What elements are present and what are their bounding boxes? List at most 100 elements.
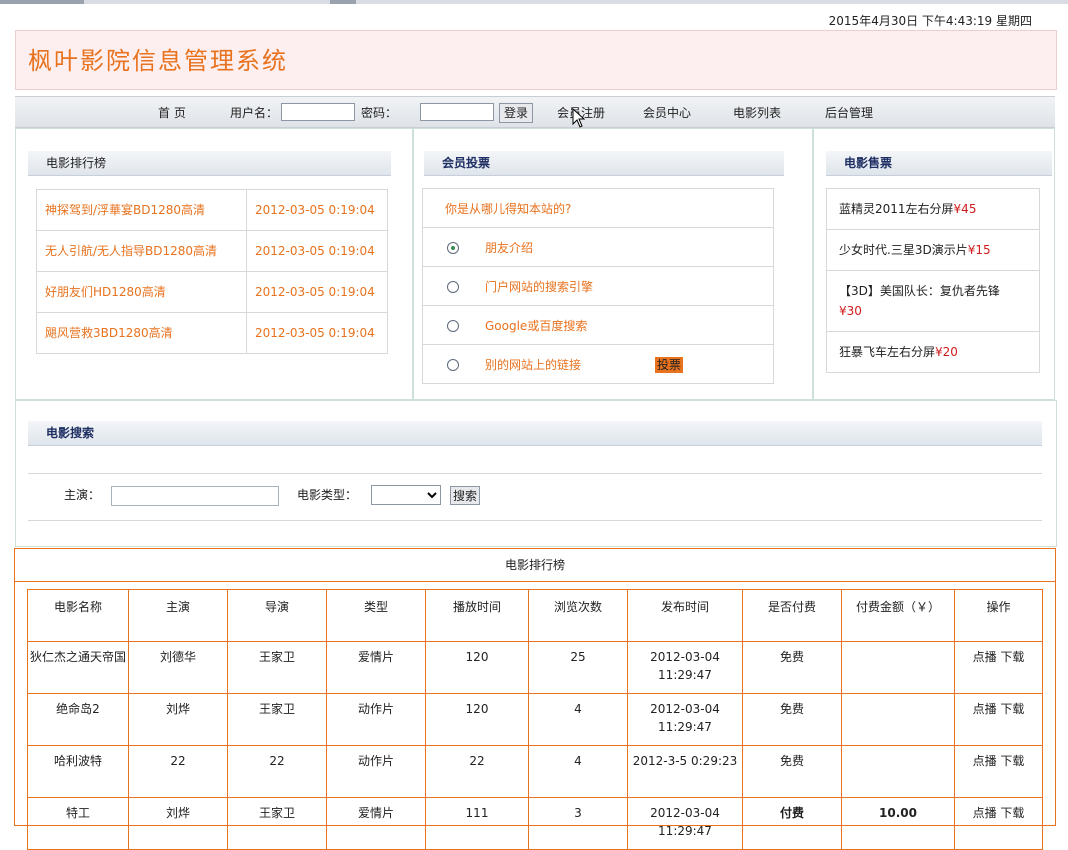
vote-option-label[interactable]: 门户网站的搜索引擎 bbox=[485, 278, 593, 295]
ranking-table: 神探驾到/浮華宴BD1280高清 2012-03-05 0:19:04 无人引航/… bbox=[36, 189, 388, 354]
tickets-list: 蓝精灵2011左右分屏¥45 少女时代.三星3D演示片¥15 【3D】美国队长：… bbox=[826, 188, 1040, 373]
film-amount bbox=[841, 693, 955, 746]
column-header: 操作 bbox=[954, 589, 1043, 642]
download-link[interactable]: 下载 bbox=[1000, 650, 1024, 664]
table-row[interactable]: 无人引航/无人指导BD1280高清 2012-03-05 0:19:04 bbox=[36, 230, 388, 272]
radio-button[interactable] bbox=[447, 242, 459, 254]
vote-option-row[interactable]: 朋友介绍 bbox=[422, 228, 774, 267]
film-director: 22 bbox=[227, 745, 327, 798]
film-duration: 22 bbox=[425, 745, 529, 798]
column-header: 播放时间 bbox=[425, 589, 529, 642]
login-button[interactable]: 登录 bbox=[499, 103, 533, 123]
site-header: 枫叶影院信息管理系统 bbox=[15, 30, 1057, 90]
actor-label: 主演： bbox=[64, 488, 101, 502]
list-item[interactable]: 蓝精灵2011左右分屏¥45 bbox=[826, 188, 1040, 230]
vote-question: 你是从哪儿得知本站的? bbox=[445, 202, 572, 216]
movie-link[interactable]: 飓风营救3BD1280高清 bbox=[36, 312, 247, 354]
play-link[interactable]: 点播 bbox=[973, 650, 997, 664]
film-type: 动作片 bbox=[326, 745, 426, 798]
film-name: 哈利波特 bbox=[27, 745, 129, 798]
browser-tab[interactable] bbox=[0, 0, 84, 4]
film-actions: 点播 下载 bbox=[954, 745, 1043, 798]
search-title: 电影搜索 bbox=[28, 421, 1042, 446]
vote-option-label[interactable]: 别的网站上的链接 bbox=[485, 356, 581, 373]
film-list-panel: 电影排行榜 电影名称 主演 导演 类型 播放时间 浏览次数 发布时间 是否付费 … bbox=[14, 548, 1056, 850]
column-header: 发布时间 bbox=[627, 589, 743, 642]
film-paid-status: 免费 bbox=[742, 641, 842, 694]
film-director: 王家卫 bbox=[227, 641, 327, 694]
radio-button[interactable] bbox=[447, 320, 459, 332]
vote-option-row[interactable]: 门户网站的搜索引擎 bbox=[422, 267, 774, 306]
film-published: 2012-3-5 0:29:23 bbox=[627, 745, 743, 798]
movie-link[interactable]: 好朋友们HD1280高清 bbox=[36, 271, 247, 313]
film-duration: 120 bbox=[425, 641, 529, 694]
table-row[interactable]: 神探驾到/浮華宴BD1280高清 2012-03-05 0:19:04 bbox=[36, 189, 388, 231]
username-input[interactable] bbox=[281, 103, 355, 121]
nav-member-center[interactable]: 会员中心 bbox=[643, 104, 691, 121]
column-header: 类型 bbox=[326, 589, 426, 642]
vote-form: 你是从哪儿得知本站的? 朋友介绍 门户网站的搜索引擎 Google或百度搜索 别… bbox=[422, 188, 774, 384]
ticket-price: ¥30 bbox=[839, 304, 862, 318]
nav-admin[interactable]: 后台管理 bbox=[825, 104, 873, 121]
radio-button[interactable] bbox=[447, 359, 459, 371]
table-row: 哈利波特 22 22 动作片 22 4 2012-3-5 0:29:23 免费 … bbox=[27, 745, 1043, 798]
table-header-row: 电影名称 主演 导演 类型 播放时间 浏览次数 发布时间 是否付费 付费金额（￥… bbox=[27, 589, 1043, 642]
movie-link[interactable]: 神探驾到/浮華宴BD1280高清 bbox=[36, 189, 247, 231]
vote-title: 会员投票 bbox=[424, 151, 784, 176]
top-nav: 首 页 用户名： 密码： 登录 会员注册 会员中心 电影列表 后台管理 bbox=[15, 96, 1055, 128]
ticket-name[interactable]: 狂暴飞车左右分屏 bbox=[839, 345, 935, 359]
ticket-name[interactable]: 【3D】美国队长：复仇者先锋 bbox=[839, 284, 1000, 298]
film-published: 2012-03-04 11:29:47 bbox=[627, 641, 743, 694]
film-duration: 120 bbox=[425, 693, 529, 746]
search-button[interactable]: 搜索 bbox=[450, 486, 481, 505]
vote-option-row[interactable]: 别的网站上的链接 投票 bbox=[422, 345, 774, 384]
column-header: 付费金额（￥） bbox=[841, 589, 955, 642]
list-item[interactable]: 少女时代.三星3D演示片¥15 bbox=[826, 230, 1040, 271]
film-paid-status: 免费 bbox=[742, 693, 842, 746]
vote-option-label[interactable]: Google或百度搜索 bbox=[485, 317, 587, 334]
movie-time: 2012-03-05 0:19:04 bbox=[246, 189, 388, 231]
play-link[interactable]: 点播 bbox=[973, 702, 997, 716]
film-published: 2012-03-04 11:29:47 bbox=[627, 693, 743, 746]
vote-option-row[interactable]: Google或百度搜索 bbox=[422, 306, 774, 345]
vote-option-label[interactable]: 朋友介绍 bbox=[485, 239, 533, 256]
table-row[interactable]: 飓风营救3BD1280高清 2012-03-05 0:19:04 bbox=[36, 312, 388, 354]
app-title: 枫叶影院信息管理系统 bbox=[28, 47, 288, 75]
column-header: 电影名称 bbox=[27, 589, 129, 642]
play-link[interactable]: 点播 bbox=[973, 754, 997, 768]
film-type: 动作片 bbox=[326, 693, 426, 746]
column-header: 是否付费 bbox=[742, 589, 842, 642]
password-input[interactable] bbox=[420, 103, 494, 121]
username-label: 用户名： bbox=[230, 106, 279, 120]
radio-button[interactable] bbox=[447, 281, 459, 293]
vote-submit-button[interactable]: 投票 bbox=[655, 357, 683, 373]
film-views: 4 bbox=[528, 693, 628, 746]
table-row: 绝命岛2 刘烨 王家卫 动作片 120 4 2012-03-04 11:29:4… bbox=[27, 693, 1043, 746]
film-views: 4 bbox=[528, 745, 628, 798]
film-actions: 点播 下载 bbox=[954, 641, 1043, 694]
datetime-display: 2015年4月30日 下午4:43:19 星期四 bbox=[828, 14, 1032, 28]
download-link[interactable]: 下载 bbox=[1000, 702, 1024, 716]
list-item[interactable]: 【3D】美国队长：复仇者先锋 ¥30 bbox=[826, 271, 1040, 332]
actor-input[interactable] bbox=[111, 486, 279, 506]
film-amount bbox=[841, 641, 955, 694]
browser-tab[interactable] bbox=[330, 0, 356, 4]
ranking-title: 电影排行榜 bbox=[28, 151, 391, 176]
nav-movie-list[interactable]: 电影列表 bbox=[733, 104, 781, 121]
film-list-title: 电影排行榜 bbox=[15, 549, 1055, 582]
type-select[interactable] bbox=[371, 485, 441, 505]
film-table: 电影名称 主演 导演 类型 播放时间 浏览次数 发布时间 是否付费 付费金额（￥… bbox=[27, 589, 1043, 850]
ticket-name[interactable]: 少女时代.三星3D演示片 bbox=[839, 243, 968, 257]
download-link[interactable]: 下载 bbox=[1000, 754, 1024, 768]
film-type: 爱情片 bbox=[326, 641, 426, 694]
list-item[interactable]: 狂暴飞车左右分屏¥20 bbox=[826, 332, 1040, 373]
table-row[interactable]: 好朋友们HD1280高清 2012-03-05 0:19:04 bbox=[36, 271, 388, 313]
nav-home[interactable]: 首 页 bbox=[158, 104, 186, 121]
film-actor: 22 bbox=[128, 745, 228, 798]
play-link[interactable]: 点播 bbox=[973, 806, 997, 820]
ticket-price: ¥20 bbox=[935, 345, 958, 359]
ticket-name[interactable]: 蓝精灵2011左右分屏 bbox=[839, 202, 954, 216]
download-link[interactable]: 下载 bbox=[1000, 806, 1024, 820]
movie-time: 2012-03-05 0:19:04 bbox=[246, 312, 388, 354]
movie-link[interactable]: 无人引航/无人指导BD1280高清 bbox=[36, 230, 247, 272]
